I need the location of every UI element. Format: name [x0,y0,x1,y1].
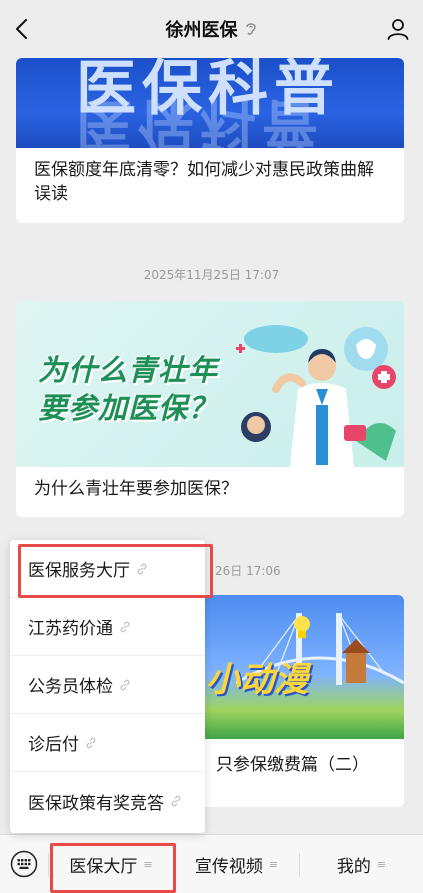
menu-item-pay-after-visit[interactable]: 诊后付 [10,714,205,772]
link-icon [137,563,147,574]
menu-item-label: 医保服务大厅 [28,561,130,581]
tab-promo-video[interactable]: 宣传视频 ≡ [174,835,299,893]
tab-label: 我的 [336,857,371,877]
top-nav-bar: 徐州医保 [0,0,423,58]
article-banner-image: 医保科普 医保科普 [16,58,404,148]
back-icon[interactable] [10,16,36,42]
banner-text: 小动漫 [206,660,308,700]
keyboard-icon[interactable] [10,850,38,878]
menu-lines-icon: ≡ [376,858,387,871]
article-title: 医保额度年底清零？如何减少对惠民政策曲解误读 [34,160,374,204]
banner-headline-1: 为什么青壮年 [38,353,219,387]
timestamp: 2025年11月25日 17:07 [143,268,280,282]
link-icon [86,737,96,748]
menu-item-label: 江苏药价通 [28,619,113,639]
tab-label: 医保大厅 [69,857,138,877]
menu-item-label: 诊后付 [28,735,79,755]
menu-item-civil-servant-exam[interactable]: 公务员体检 [10,656,205,714]
lightbulb-icon [294,616,310,638]
menu-lines-icon: ≡ [143,858,153,871]
link-icon [120,679,130,690]
article-card[interactable]: 为什么青壮年 要参加医保？ 为什么青壮年要参加医保？ [16,301,404,517]
menu-item-policy-quiz[interactable]: 医保政策有奖竞答 [10,772,205,830]
article-banner-image: 为什么青壮年 要参加医保？ [16,301,404,467]
ear-icon [245,23,256,35]
menu-item-drug-price[interactable]: 江苏药价通 [10,598,205,656]
tab-label: 宣传视频 [194,857,263,877]
banner-headline-2: 要参加医保？ [38,391,219,425]
tab-mine[interactable]: 我的 ≡ [300,835,423,893]
profile-icon[interactable] [385,16,411,42]
article-title: 为什么青壮年要参加医保？ [34,479,238,499]
menu-item-label: 公务员体检 [28,677,113,697]
menu-lines-icon: ≡ [268,858,279,871]
link-icon [120,621,130,632]
article-card[interactable]: 医保科普 医保科普 医保额度年底清零？如何减少对惠民政策曲解误读 [16,58,404,223]
doctor-illustration-icon [236,325,396,467]
bottom-menu-bar: 医保大厅 ≡ 宣传视频 ≡ 我的 ≡ [0,834,423,893]
menu-item-label: 医保政策有奖竞答 [28,793,164,814]
banner-reflection: 医保科普 [76,91,324,148]
page-title: 徐州医保 [165,20,238,41]
tab-service-hall[interactable]: 医保大厅 ≡ [49,835,173,893]
popup-menu: 医保服务大厅 江苏药价通 公务员体检 诊后付 医保政策有奖竞答 [10,540,213,833]
menu-item-service-hall[interactable]: 医保服务大厅 [10,540,205,598]
link-icon [171,795,181,807]
title-wrap: 徐州医保 [166,16,258,42]
